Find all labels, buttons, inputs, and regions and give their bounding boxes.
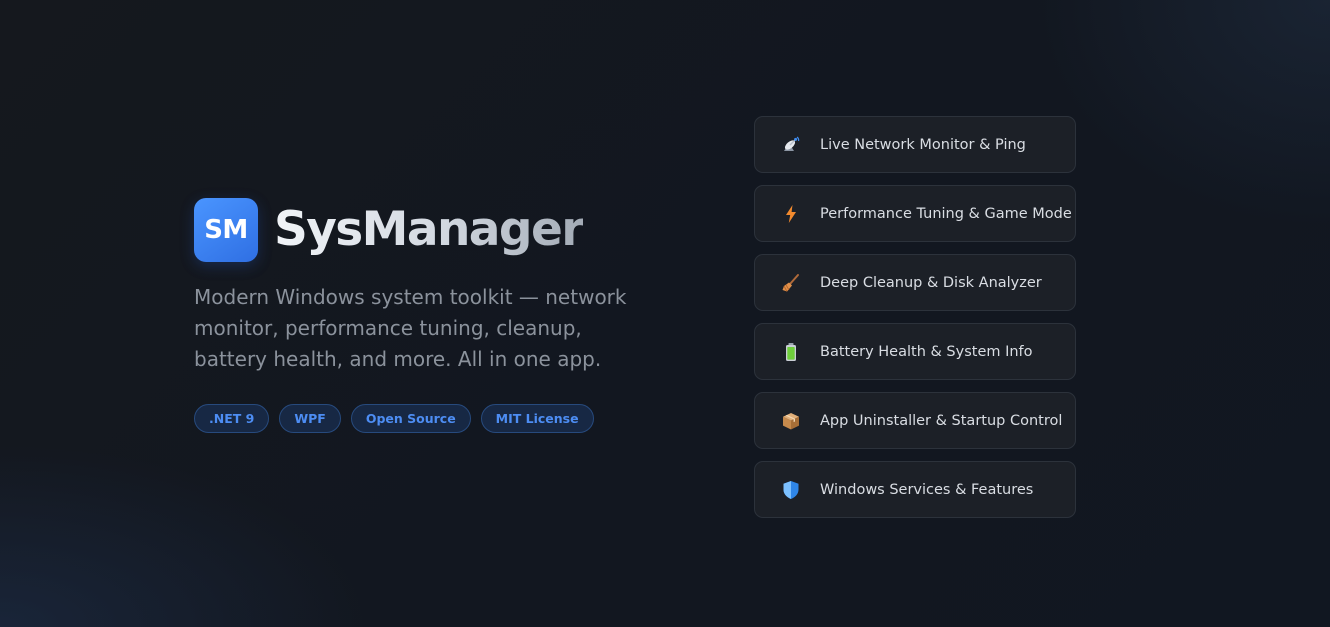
feature-label: Windows Services & Features <box>820 481 1034 498</box>
feature-label: Performance Tuning & Game Mode <box>820 205 1072 222</box>
hero-section: SM SysManager Modern Windows system tool… <box>194 198 664 433</box>
shield-icon <box>781 479 801 501</box>
feature-label: Deep Cleanup & Disk Analyzer <box>820 274 1042 291</box>
package-icon <box>781 410 801 432</box>
lightning-icon <box>781 203 801 225</box>
feature-performance-tuning[interactable]: Performance Tuning & Game Mode <box>754 185 1076 242</box>
feature-list: Live Network Monitor & Ping Performance … <box>754 116 1076 530</box>
feature-label: App Uninstaller & Startup Control <box>820 412 1063 429</box>
badge-dotnet: .NET 9 <box>194 404 270 433</box>
badge-mit-license: MIT License <box>480 404 594 433</box>
feature-battery-health[interactable]: Battery Health & System Info <box>754 323 1076 380</box>
app-logo: SM <box>194 198 258 262</box>
badge-open-source: Open Source <box>350 404 471 433</box>
satellite-antenna-icon <box>781 134 801 156</box>
feature-label: Battery Health & System Info <box>820 343 1033 360</box>
battery-icon <box>781 341 801 363</box>
tech-badges: .NET 9 WPF Open Source MIT License <box>194 404 664 433</box>
feature-label: Live Network Monitor & Ping <box>820 136 1026 153</box>
badge-wpf: WPF <box>279 404 341 433</box>
broom-icon <box>781 272 801 294</box>
feature-windows-services[interactable]: Windows Services & Features <box>754 461 1076 518</box>
feature-deep-cleanup[interactable]: Deep Cleanup & Disk Analyzer <box>754 254 1076 311</box>
brand-header: SM SysManager <box>194 198 664 262</box>
feature-network-monitor[interactable]: Live Network Monitor & Ping <box>754 116 1076 173</box>
feature-app-uninstaller[interactable]: App Uninstaller & Startup Control <box>754 392 1076 449</box>
app-title: SysManager <box>274 198 584 262</box>
app-tagline: Modern Windows system toolkit — network … <box>194 285 627 371</box>
